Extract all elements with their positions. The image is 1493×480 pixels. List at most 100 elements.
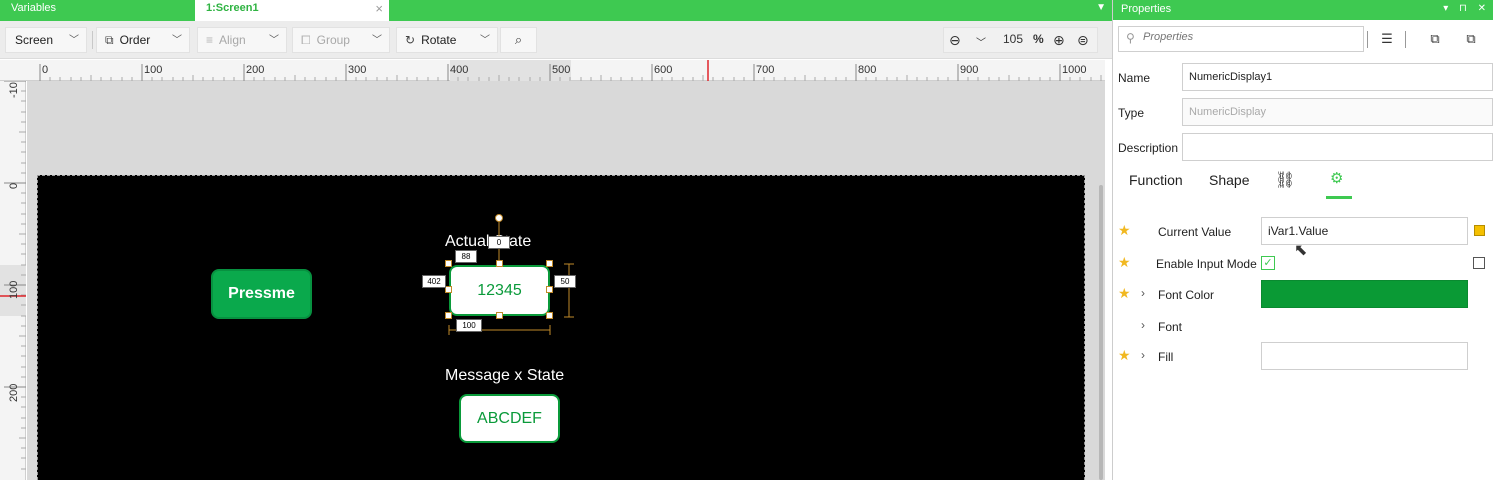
height-tag: 50 [554, 275, 576, 288]
top-position-tag: 88 [455, 250, 477, 263]
find-object-button[interactable]: ⌕ [500, 27, 537, 53]
rotate-icon: ↻ [405, 33, 416, 47]
rotate-dropdown-label: Rotate [421, 33, 457, 47]
pressme-button[interactable]: Pressme [211, 269, 312, 319]
align-dropdown-label: Align [219, 33, 246, 47]
tab-screen1-label: 1:Screen1 [206, 2, 259, 14]
list-view-icon[interactable]: ☰ [1376, 28, 1398, 50]
zoom-in-icon[interactable]: ⊕ [1053, 32, 1065, 49]
star-icon[interactable]: ★ [1118, 222, 1131, 239]
chevron-down-icon: ﹀ [172, 35, 182, 46]
fill-label: Fill [1158, 350, 1174, 364]
chevron-down-icon: ﹀ [69, 35, 79, 46]
properties-search-box[interactable]: ⚲ [1118, 26, 1364, 52]
ruler-label: 100 [144, 64, 163, 76]
font-color-swatch[interactable] [1261, 280, 1468, 308]
order-dropdown[interactable]: ⧉ Order ﹀ [96, 27, 190, 53]
close-icon[interactable]: × [375, 0, 383, 17]
current-value-field[interactable]: iVar1.Value [1261, 217, 1468, 245]
panel-window-icons[interactable]: ▾ ⊓ ✕ [1443, 0, 1490, 18]
align-icon: ≡ [206, 33, 214, 47]
message-state-label[interactable]: Message x State [445, 367, 564, 385]
description-label: Description [1118, 141, 1179, 155]
resize-handle[interactable] [546, 312, 553, 319]
variable-binding-badge[interactable] [1474, 225, 1485, 236]
resize-handle[interactable] [496, 260, 503, 267]
find-object-icon: ⌕ [514, 32, 523, 47]
tab-screen1[interactable]: 1:Screen1 × [195, 0, 389, 21]
screen-dropdown[interactable]: Screen ﹀ [5, 27, 87, 53]
zoom-value[interactable]: 105 [1003, 32, 1023, 46]
type-label: Type [1118, 106, 1145, 120]
group-dropdown-label: Group [316, 33, 350, 47]
chevron-down-icon: ﹀ [372, 35, 382, 46]
group-icon: ⧠ [301, 32, 311, 47]
ruler-label: 800 [858, 64, 877, 76]
ruler-label: -10 [8, 82, 20, 98]
variable-binding-badge[interactable] [1473, 257, 1485, 269]
font-color-label: Font Color [1158, 288, 1215, 302]
resize-handle[interactable] [445, 260, 452, 267]
horizontal-ruler: 0 100 200 300 400 500 600 700 800 900 10… [20, 60, 1105, 81]
enable-input-mode-checkbox[interactable]: ✓ [1261, 256, 1275, 270]
pressme-button-label: Pressme [228, 285, 295, 302]
active-tab-indicator [1326, 196, 1352, 199]
tab-variables[interactable]: Variables [0, 0, 195, 21]
align-dropdown[interactable]: ≡ Align ﹀ [197, 27, 287, 53]
font-label: Font [1158, 320, 1183, 334]
ruler-label: 300 [348, 64, 367, 76]
animation-settings-icon[interactable]: ⚙ [1330, 169, 1343, 187]
properties-search-input[interactable] [1143, 31, 1353, 43]
resize-handle[interactable] [546, 260, 553, 267]
tab-function[interactable]: Function [1129, 172, 1183, 188]
enable-input-mode-label: Enable Input Mode [1156, 257, 1257, 271]
expand-chevron-icon[interactable]: › [1141, 286, 1145, 300]
link-icon[interactable]: ⛓ [1275, 170, 1295, 190]
scrollbar-thumb[interactable] [1099, 185, 1103, 480]
expand-chevron-icon[interactable]: › [1141, 318, 1145, 332]
ruler-label: 200 [8, 383, 20, 402]
resize-handle[interactable] [445, 312, 452, 319]
properties-header: Properties ▾ ⊓ ✕ [1113, 0, 1493, 20]
ruler-label: 200 [246, 64, 265, 76]
ruler-label: 900 [960, 64, 979, 76]
ruler-label: 0 [42, 64, 49, 76]
chevron-down-icon: ﹀ [269, 35, 279, 46]
divider [1405, 31, 1406, 48]
text-display-value: ABCDEF [477, 409, 542, 427]
numeric-display[interactable]: 12345 [449, 265, 550, 316]
ruler-label: 1000 [1062, 64, 1087, 76]
ruler-label: 500 [552, 64, 571, 76]
chevron-down-icon: ﹀ [480, 35, 490, 46]
paste-properties-icon[interactable]: ⧉ [1460, 28, 1482, 50]
tab-shape[interactable]: Shape [1209, 172, 1249, 188]
tab-overflow-icon[interactable]: ▼ [1096, 2, 1106, 13]
name-field[interactable]: NumericDisplay1 [1182, 63, 1493, 91]
zoom-out-icon[interactable]: ⊖ [949, 32, 961, 49]
copy-properties-icon[interactable]: ⧉ [1424, 28, 1446, 50]
left-position-tag: 402 [422, 275, 446, 288]
text-display[interactable]: ABCDEF [459, 394, 560, 443]
divider [1367, 31, 1368, 48]
toolbar-divider [92, 31, 93, 49]
chevron-down-icon[interactable]: ﹀ [976, 34, 986, 49]
resize-handle[interactable] [546, 286, 553, 293]
zoom-unit: % [1033, 32, 1044, 46]
expand-chevron-icon[interactable]: › [1141, 348, 1145, 362]
resize-handle[interactable] [496, 312, 503, 319]
description-field[interactable] [1182, 133, 1493, 161]
star-icon[interactable]: ★ [1118, 254, 1131, 271]
star-icon[interactable]: ★ [1118, 285, 1131, 302]
ruler-label: 600 [654, 64, 673, 76]
group-dropdown[interactable]: ⧠ Group ﹀ [292, 27, 390, 53]
current-value-label: Current Value [1158, 225, 1232, 239]
properties-title: Properties [1121, 3, 1172, 15]
resize-handle[interactable] [445, 286, 452, 293]
order-dropdown-label: Order [119, 33, 151, 47]
rotate-dropdown[interactable]: ↻ Rotate ﹀ [396, 27, 498, 53]
ruler-label: 0 [8, 182, 20, 189]
fill-field[interactable] [1261, 342, 1468, 370]
ruler-label: 100 [8, 280, 20, 299]
star-icon[interactable]: ★ [1118, 347, 1131, 364]
zoom-fit-icon[interactable]: ⊜ [1077, 32, 1089, 49]
